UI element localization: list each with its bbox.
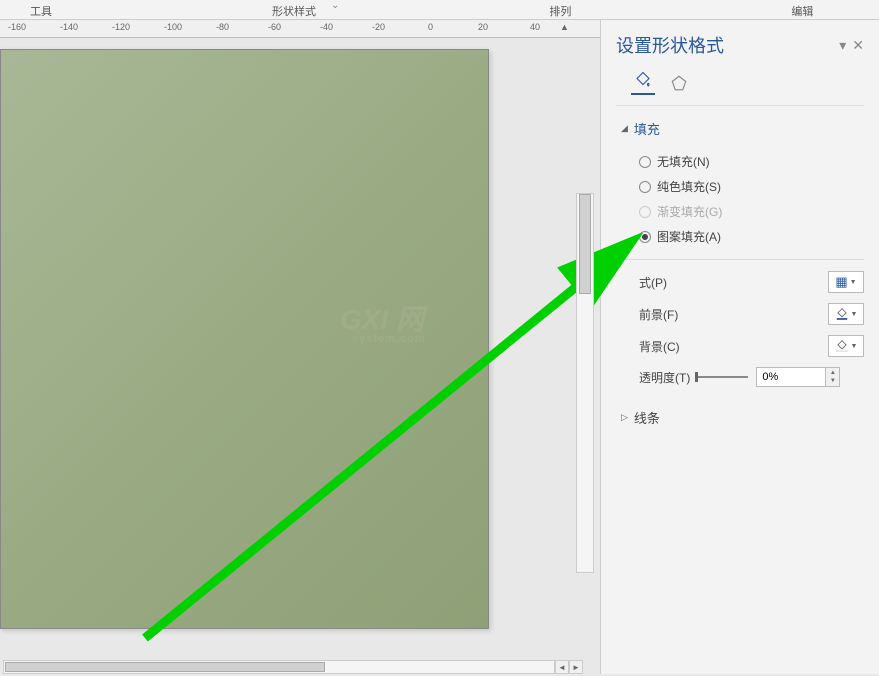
radio-label: 渐变填充(G) (657, 203, 722, 220)
background-control: 背景(C) ▼ (621, 330, 864, 362)
transparency-spinner: ▲ ▼ (756, 367, 840, 387)
horizontal-scroll-thumb[interactable] (5, 662, 325, 672)
ruler-tick: 20 (478, 22, 488, 32)
tab-arrange[interactable]: 排列 (539, 0, 581, 19)
spinner-arrows[interactable]: ▲ ▼ (826, 367, 840, 387)
horizontal-scroll-container: ◄ ► (0, 658, 600, 676)
ruler-tick: -60 (268, 22, 281, 32)
slider-thumb[interactable] (695, 372, 698, 382)
radio-no-fill[interactable]: 无填充(N) (639, 149, 864, 174)
transparency-label: 透明度(T) (639, 369, 690, 386)
canvas-content[interactable]: GXI 网 system.com (0, 38, 600, 658)
radio-icon (639, 206, 651, 218)
radio-pattern-fill[interactable]: 图案填充(A) (639, 224, 864, 249)
radio-label: 图案填充(A) (657, 228, 721, 245)
fill-mode-icon[interactable] (631, 71, 655, 95)
transparency-input[interactable] (756, 367, 826, 387)
ruler-tick: 0 (428, 22, 433, 32)
ruler-tick: -40 (320, 22, 333, 32)
radio-label: 纯色填充(S) (657, 178, 721, 195)
fill-section-title: 填充 (634, 119, 660, 138)
ruler-tick: 40 (530, 22, 540, 32)
pattern-picker-button[interactable]: ▦ ▼ (828, 271, 864, 293)
horizontal-scrollbar[interactable] (3, 660, 555, 674)
scroll-left-icon[interactable]: ◄ (555, 660, 569, 674)
sidebar-title: 设置形状格式 (616, 32, 724, 58)
ruler-tick: -160 (8, 22, 26, 32)
expand-icon: ▷ (621, 412, 628, 423)
fill-section: ◢ 填充 无填充(N) 纯色填充(S) 渐变填充(G) (601, 106, 879, 397)
fill-section-header[interactable]: ◢ 填充 (621, 116, 864, 141)
chevron-down-icon: ▼ (851, 343, 858, 350)
vertical-scrollbar[interactable] (576, 193, 594, 573)
paint-bucket-icon (835, 307, 849, 321)
transparency-slider[interactable] (698, 376, 748, 378)
paint-bucket-icon (634, 71, 652, 89)
scroll-right-icon[interactable]: ► (569, 660, 583, 674)
foreground-color-button[interactable]: ▼ (828, 303, 864, 325)
tab-edit[interactable]: 编辑 (781, 0, 823, 19)
canvas-area: -160 -140 -120 -100 -80 -60 -40 -20 0 20… (0, 20, 600, 674)
effects-mode-icon[interactable] (667, 71, 691, 95)
main-container: -160 -140 -120 -100 -80 -60 -40 -20 0 20… (0, 20, 879, 674)
pattern-grid-icon: ▦ (835, 274, 847, 290)
horizontal-ruler: -160 -140 -120 -100 -80 -60 -40 -20 0 20… (0, 20, 600, 38)
radio-solid-fill[interactable]: 纯色填充(S) (639, 174, 864, 199)
radio-gradient-fill: 渐变填充(G) (639, 199, 864, 224)
line-section-header[interactable]: ▷ 线条 (621, 405, 864, 430)
radio-icon-checked (639, 231, 651, 243)
collapse-icon: ◢ (621, 123, 628, 134)
radio-icon (639, 156, 651, 168)
spinner-up-icon[interactable]: ▲ (830, 369, 836, 377)
sidebar-header-icons: ▾ ✕ (839, 37, 864, 54)
paint-bucket-icon (835, 339, 849, 353)
foreground-control: 前景(F) ▼ (621, 298, 864, 330)
background-label: 背景(C) (639, 338, 828, 355)
expand-icon[interactable]: ⌄ (331, 0, 339, 19)
background-color-button[interactable]: ▼ (828, 335, 864, 357)
ruler-up-icon[interactable]: ▲ (560, 22, 569, 32)
foreground-label: 前景(F) (639, 306, 828, 323)
pattern-label: 式(P) (639, 274, 828, 291)
shape-rectangle[interactable] (0, 49, 489, 629)
pattern-control: 式(P) ▦ ▼ (621, 266, 864, 298)
mode-selector (616, 66, 864, 106)
transparency-control: 透明度(T) ▲ ▼ (621, 362, 864, 392)
menu-icon[interactable]: ▾ (839, 37, 846, 54)
ruler-tick: -120 (112, 22, 130, 32)
line-section-title: 线条 (634, 408, 660, 427)
tab-tools[interactable]: 工具 (20, 0, 62, 19)
line-section: ▷ 线条 (601, 397, 879, 435)
tab-shape-style[interactable]: 形状样式 (262, 0, 326, 19)
spinner-down-icon[interactable]: ▼ (830, 377, 836, 385)
ruler-tick: -100 (164, 22, 182, 32)
radio-icon (639, 181, 651, 193)
format-sidebar: 设置形状格式 ▾ ✕ ◢ 填充 (600, 20, 879, 674)
ruler-tick: -80 (216, 22, 229, 32)
chevron-down-icon: ▼ (850, 279, 857, 286)
ruler-tick: -20 (372, 22, 385, 32)
radio-label: 无填充(N) (657, 153, 710, 170)
ruler-tick: -140 (60, 22, 78, 32)
fill-options: 无填充(N) 纯色填充(S) 渐变填充(G) 图案填充(A) (621, 141, 864, 260)
top-tab-bar: 工具 形状样式 ⌄ 排列 编辑 (0, 0, 879, 20)
close-icon[interactable]: ✕ (852, 37, 864, 54)
sidebar-header: 设置形状格式 ▾ ✕ (601, 20, 879, 66)
pentagon-icon (670, 74, 688, 92)
chevron-down-icon: ▼ (851, 311, 858, 318)
vertical-scroll-thumb[interactable] (579, 194, 591, 294)
